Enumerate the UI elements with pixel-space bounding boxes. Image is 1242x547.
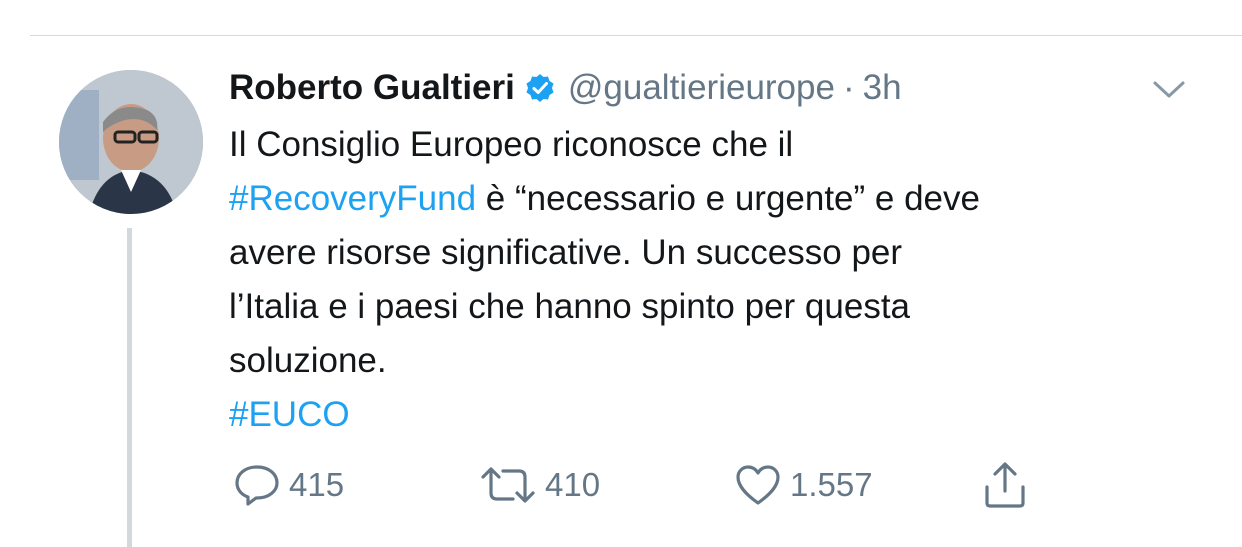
top-divider — [30, 35, 1242, 36]
like-button[interactable]: 1.557 — [734, 460, 873, 510]
retweet-count: 410 — [545, 466, 601, 503]
share-button[interactable] — [981, 460, 1029, 510]
tweet-text-line: Il Consiglio Europeo riconosce che il — [229, 125, 794, 164]
separator-dot: · — [842, 68, 855, 107]
author-handle[interactable]: @gualtierieurope — [568, 68, 835, 108]
hashtag-euco[interactable]: #EUCO — [229, 395, 350, 434]
hashtag-recoveryfund[interactable]: #RecoveryFund — [229, 179, 476, 218]
tweet-text-line: #EUCO — [229, 388, 1189, 442]
like-icon — [736, 465, 780, 505]
tweet-text-line: l’Italia e i paesi che hanno spinto per … — [229, 287, 911, 326]
reply-button[interactable]: 415 — [233, 460, 344, 510]
avatar[interactable] — [59, 70, 203, 214]
retweet-button[interactable]: 410 — [479, 460, 600, 510]
tweet-text-line: soluzione. — [229, 341, 387, 380]
reply-count: 415 — [289, 466, 345, 503]
tweet-actions: 415 410 1.557 — [229, 460, 1189, 510]
tweet-text-line: #RecoveryFund è “necessario e urgente” e… — [229, 172, 1189, 226]
like-count: 1.557 — [790, 466, 873, 503]
tweet-text-line: avere risorse significative. Un successo… — [229, 233, 903, 272]
avatar-portrait-icon — [59, 70, 203, 214]
retweet-icon — [481, 467, 535, 503]
share-icon — [985, 462, 1025, 508]
thread-line — [127, 228, 132, 547]
tweet-text: Il Consiglio Europeo riconosce che il #R… — [229, 118, 1189, 442]
reply-icon — [235, 465, 279, 506]
tweet-text-fragment: è “necessario e urgente” e deve — [476, 179, 980, 218]
chevron-down-icon[interactable] — [1152, 74, 1186, 104]
verified-badge-icon — [525, 73, 555, 103]
tweet-timestamp[interactable]: 3h — [863, 68, 902, 108]
author-name[interactable]: Roberto Gualtieri — [229, 68, 515, 108]
tweet-header: Roberto Gualtieri @gualtierieurope · 3h — [229, 64, 902, 112]
